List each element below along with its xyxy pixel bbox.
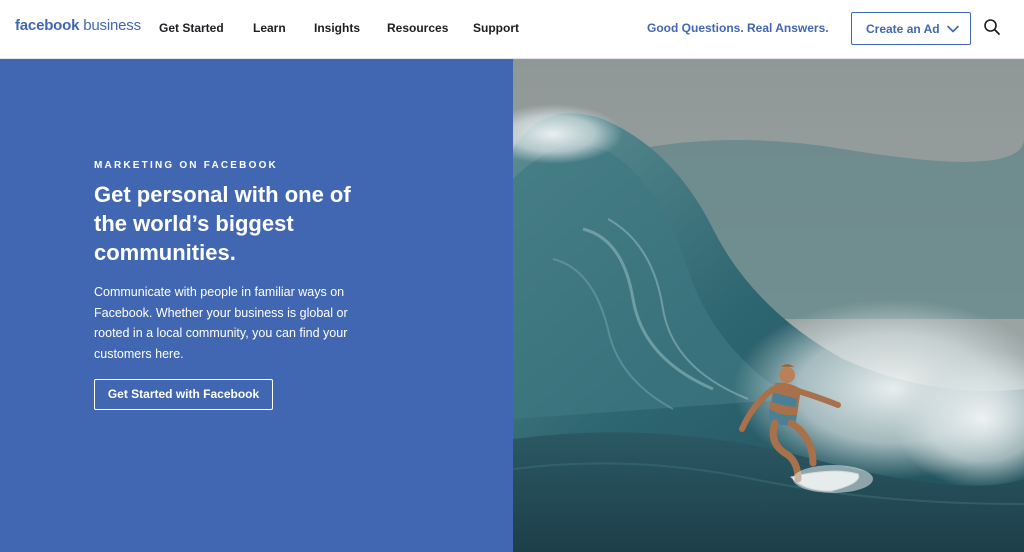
get-started-with-facebook-button[interactable]: Get Started with Facebook (94, 379, 273, 410)
search-icon[interactable] (983, 18, 1001, 36)
logo-wordmark-business: business (83, 17, 141, 34)
hero-description: Communicate with people in familiar ways… (94, 285, 348, 361)
create-an-ad-button[interactable]: Create an Ad (851, 12, 971, 45)
hero-surfer-image (513, 59, 1024, 552)
nav-link-get-started[interactable]: Get Started (159, 20, 224, 36)
logo-wordmark-facebook: facebook (15, 17, 80, 34)
chevron-down-icon (947, 25, 959, 33)
hero-eyebrow: MARKETING ON FACEBOOK (94, 160, 278, 171)
good-questions-link[interactable]: Good Questions. Real Answers. (647, 20, 829, 36)
nav-link-support[interactable]: Support (473, 20, 519, 36)
nav-link-insights[interactable]: Insights (314, 20, 360, 36)
top-navigation: facebook business Get Started Learn Insig… (0, 0, 1024, 59)
hero-headline: Get personal with one of the world’s big… (94, 182, 351, 265)
create-an-ad-label: Create an Ad (866, 22, 940, 36)
nav-link-learn[interactable]: Learn (253, 20, 286, 36)
nav-link-resources[interactable]: Resources (387, 20, 448, 36)
hero-text-panel: MARKETING ON FACEBOOK Get personal with … (0, 59, 513, 552)
facebook-business-logo[interactable]: facebook business (15, 17, 141, 35)
